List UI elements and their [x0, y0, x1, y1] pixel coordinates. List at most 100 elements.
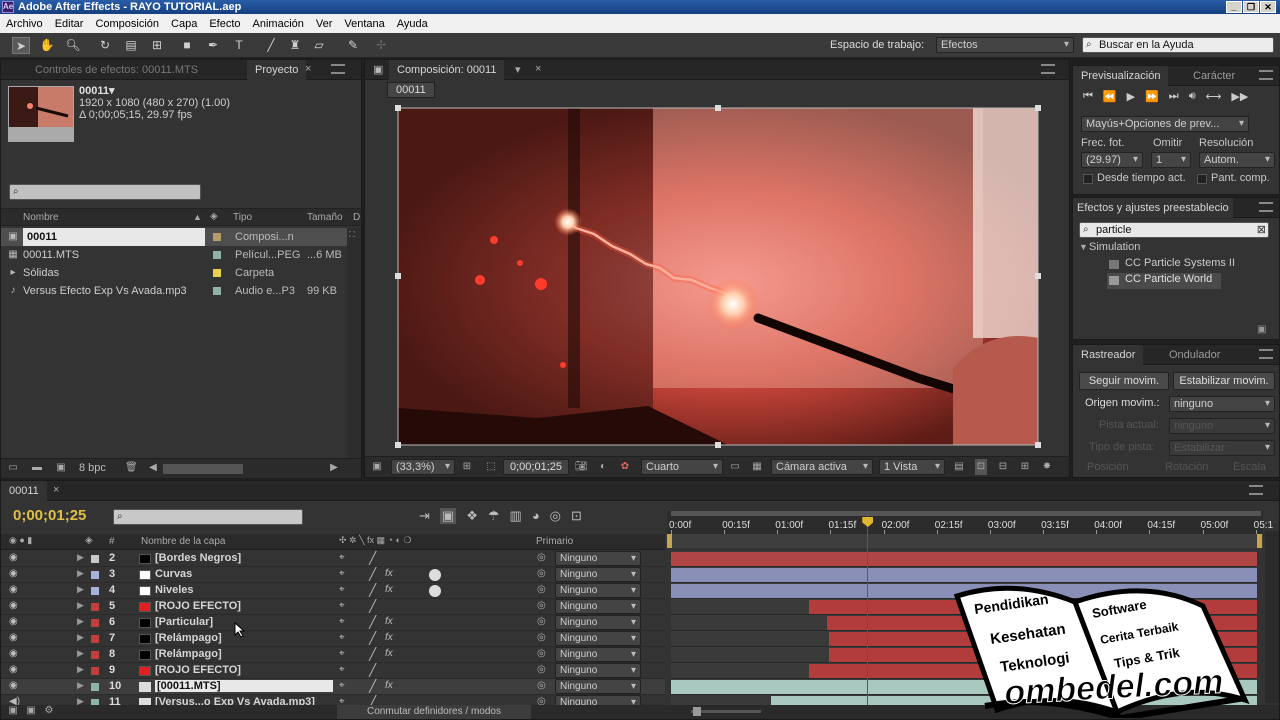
audio-icon[interactable]: 🔊︎: [1189, 90, 1196, 103]
new-composition-icon[interactable]: ▣: [55, 460, 67, 476]
help-search-input[interactable]: ⌕ Buscar en la Ayuda: [1082, 37, 1274, 53]
twirl-arrow-icon[interactable]: ▶: [77, 632, 84, 643]
first-frame-icon[interactable]: ⏮: [1083, 90, 1093, 103]
next-frame-icon[interactable]: ⏩: [1145, 90, 1159, 103]
quality-switch-icon[interactable]: ╱: [369, 583, 376, 597]
project-item[interactable]: ▦ 00011.MTS Películ...PEG ...6 MB: [1, 246, 347, 264]
color-depth-label[interactable]: 8 bpc: [79, 462, 106, 474]
quality-switch-icon[interactable]: ╱: [369, 567, 376, 581]
label-color-swatch[interactable]: [213, 233, 221, 241]
close-tab-icon[interactable]: ×: [535, 63, 541, 75]
twirl-arrow-icon[interactable]: ▶: [77, 680, 84, 691]
shy-switch-icon[interactable]: ⌖: [339, 616, 345, 627]
lock-icon[interactable]: ▣: [373, 63, 383, 76]
shy-switch-icon[interactable]: ⌖: [339, 648, 345, 659]
scroll-up-icon[interactable]: ⛶: [349, 230, 359, 242]
transparency-grid-icon[interactable]: ▦: [751, 459, 763, 475]
hide-shy-icon[interactable]: ☂: [488, 508, 500, 524]
layer-label-color[interactable]: [91, 619, 99, 627]
clear-search-icon[interactable]: ⊠: [1257, 223, 1266, 237]
twirl-arrow-icon[interactable]: ▶: [77, 600, 84, 611]
column-type[interactable]: Tipo: [233, 212, 252, 223]
menu-animacion[interactable]: Animación: [250, 18, 307, 30]
selection-tool-icon[interactable]: ➤: [12, 37, 30, 54]
timeline-search-input[interactable]: ⌕: [113, 509, 303, 525]
layer-row[interactable]: ◉ ▶ 9 [ROJO EFECTO] ⌖ ╱ ◎ Ninguno: [1, 663, 665, 679]
graph-editor-icon[interactable]: ◎: [550, 508, 561, 524]
layer-label-color[interactable]: [91, 587, 99, 595]
menu-ayuda[interactable]: Ayuda: [394, 18, 431, 30]
effect-switch-icon[interactable]: fx: [385, 680, 393, 691]
adjustment-layer-icon[interactable]: [429, 569, 441, 581]
layer-row[interactable]: ◉ ▶ 3 Curvas ⌖ ╱ fx ◎ Ninguno: [1, 567, 665, 583]
layer-duration-bar[interactable]: [671, 552, 1257, 566]
parent-pickwhip-icon[interactable]: ◎: [537, 632, 546, 643]
layer-name[interactable]: [00011.MTS]: [155, 680, 333, 692]
magnification-dropdown[interactable]: (33,3%): [391, 459, 455, 475]
region-of-interest-icon[interactable]: ▭: [729, 459, 741, 475]
project-item[interactable]: ▸ Sólidas Carpeta: [1, 264, 347, 282]
eraser-tool-icon[interactable]: ▱: [310, 37, 328, 54]
rectangle-mask-tool-icon[interactable]: ■: [178, 37, 196, 54]
parent-pickwhip-icon[interactable]: ◎: [537, 648, 546, 659]
panel-menu-icon[interactable]: [1259, 349, 1273, 359]
tab-character[interactable]: Carácter: [1185, 66, 1243, 86]
visibility-eye-icon[interactable]: ◉: [9, 600, 18, 611]
layer-label-color[interactable]: [91, 635, 99, 643]
toggle-switches-modes-button[interactable]: Conmutar definidores / modos: [337, 705, 531, 719]
quality-switch-icon[interactable]: ╱: [369, 599, 376, 613]
menu-editar[interactable]: Editar: [52, 18, 87, 30]
skip-dropdown[interactable]: 1: [1151, 152, 1191, 168]
motion-blur-icon[interactable]: ◕: [532, 508, 540, 524]
timeline-icon[interactable]: ⊟: [997, 459, 1009, 475]
work-area-bar[interactable]: [671, 511, 1261, 516]
panel-menu-icon[interactable]: [1259, 70, 1273, 80]
menu-ver[interactable]: Ver: [313, 18, 336, 30]
twirl-arrow-icon[interactable]: ▶: [77, 552, 84, 563]
interpret-footage-icon[interactable]: ▭: [7, 460, 19, 476]
rotation-tool-icon[interactable]: ↻: [96, 37, 114, 54]
layer-name[interactable]: [Particular]: [155, 616, 213, 628]
parent-pickwhip-icon[interactable]: ◎: [537, 600, 546, 611]
quality-switch-icon[interactable]: ╱: [369, 551, 376, 565]
layer-name[interactable]: [Bordes Negros]: [155, 552, 241, 564]
track-motion-button[interactable]: Seguir movim.: [1079, 372, 1169, 390]
tab-composition[interactable]: Composición: 00011: [389, 60, 505, 80]
tab-effects-presets[interactable]: Efectos y ajustes preestablecio: [1073, 198, 1233, 218]
layer-row[interactable]: ◉ ▶ 5 [ROJO EFECTO] ⌖ ╱ ◎ Ninguno: [1, 599, 665, 615]
brush-tool-icon[interactable]: ╱: [262, 37, 280, 54]
parent-dropdown[interactable]: Ninguno: [555, 663, 641, 678]
menu-efecto[interactable]: Efecto: [206, 18, 243, 30]
ram-preview-icon[interactable]: ▶▶: [1231, 90, 1248, 103]
effect-switch-icon[interactable]: fx: [385, 616, 393, 627]
layer-bounding-box[interactable]: [392, 102, 1044, 451]
parent-pickwhip-icon[interactable]: ◎: [537, 584, 546, 595]
expand-layer-switches-icon[interactable]: ▣: [7, 703, 19, 719]
parent-pickwhip-icon[interactable]: ◎: [537, 680, 546, 691]
panel-menu-icon[interactable]: [1259, 202, 1273, 212]
view-layout-dropdown[interactable]: 1 Vista: [879, 459, 945, 475]
project-search-input[interactable]: ⌕: [9, 184, 201, 200]
ram-preview-options-dropdown[interactable]: Mayús+Opciones de prev...: [1081, 116, 1249, 132]
timeline-current-time[interactable]: 0;00;01;25: [13, 507, 86, 524]
motion-source-dropdown[interactable]: ninguno: [1169, 396, 1275, 412]
layer-name[interactable]: [ROJO EFECTO]: [155, 600, 241, 612]
minimize-button[interactable]: _: [1226, 1, 1242, 13]
visibility-eye-icon[interactable]: ◉: [9, 664, 18, 675]
project-scrollbar[interactable]: ⛶: [347, 228, 361, 458]
layer-row[interactable]: ◉ ▶ 6 [Particular] ⌖ ╱ fx ◎ Ninguno: [1, 615, 665, 631]
layer-row[interactable]: ◉ ▶ 8 [Relámpago] ⌖ ╱ fx ◎ Ninguno: [1, 647, 665, 663]
effect-item-particle-systems[interactable]: CC Particle Systems II: [1125, 257, 1235, 269]
menu-ventana[interactable]: Ventana: [341, 18, 387, 30]
expand-stretch-icon[interactable]: ⚙: [43, 703, 55, 719]
column-name[interactable]: Nombre: [23, 212, 59, 223]
scroll-right-icon[interactable]: ▶: [328, 460, 340, 476]
layer-row[interactable]: ◉ ▶ 10 [00011.MTS] ⌖ ╱ fx ◎ Ninguno: [1, 679, 665, 695]
toggle-pixel-aspect-icon[interactable]: ▤: [953, 459, 965, 475]
layer-label-color[interactable]: [91, 571, 99, 579]
quality-switch-icon[interactable]: ╱: [369, 647, 376, 661]
new-preset-icon[interactable]: ▣: [1257, 324, 1266, 335]
zoom-slider-track[interactable]: [691, 710, 761, 713]
expand-arrow-icon[interactable]: ▼: [1079, 242, 1088, 252]
mask-visibility-icon[interactable]: ⬚: [485, 459, 497, 475]
